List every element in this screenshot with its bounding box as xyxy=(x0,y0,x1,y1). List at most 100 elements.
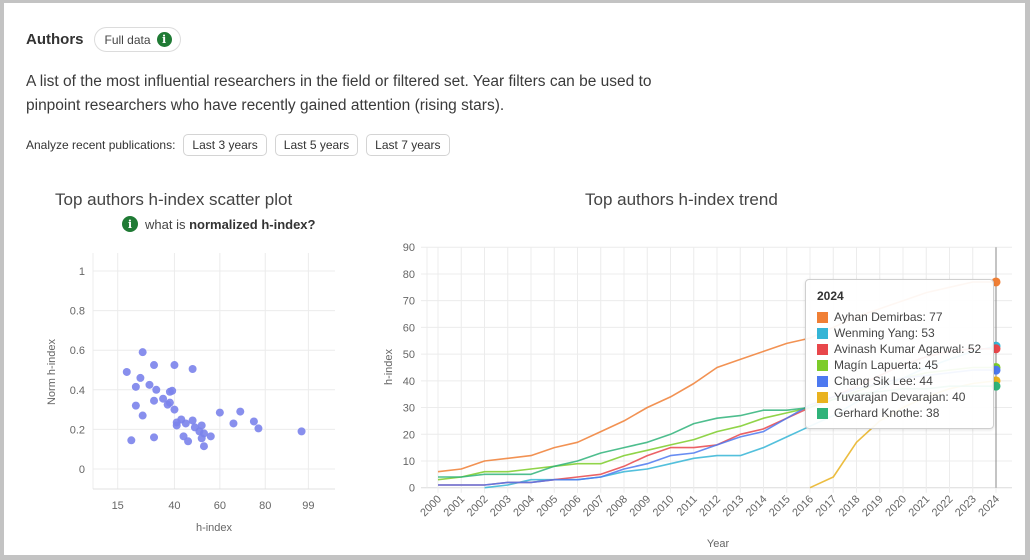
scatter-xtick-label: 99 xyxy=(302,500,314,512)
scatter-point xyxy=(145,380,154,389)
trend-xtick-label: 2024 xyxy=(976,493,1002,519)
scatter-ytick-label: 0.4 xyxy=(70,385,85,397)
trend-ytick-label: 30 xyxy=(403,403,415,415)
trend-ytick-label: 10 xyxy=(403,456,415,468)
scatter-xtick-label: 40 xyxy=(168,500,180,512)
trend-xtick-label: 2006 xyxy=(558,493,584,519)
tooltip-entry-label: Avinash Kumar Agarwal: 52 xyxy=(834,342,982,356)
trend-xtick-label: 2020 xyxy=(883,493,909,519)
trend-y-axis-label: h-index xyxy=(383,348,395,385)
tooltip-entry-label: Ayhan Demirbas: 77 xyxy=(834,310,943,324)
scatter-point xyxy=(206,432,215,441)
scatter-xtick-label: 80 xyxy=(259,500,271,512)
trend-xtick-label: 2022 xyxy=(930,493,956,519)
tooltip-entry: Ayhan Demirbas: 77 xyxy=(817,310,943,324)
trend-xtick-label: 2001 xyxy=(442,493,468,519)
scatter-point xyxy=(136,373,145,382)
trend-xtick-label: 2011 xyxy=(675,493,700,518)
tooltip-entry: Magín Lapuerta: 45 xyxy=(817,358,938,372)
scatter-point xyxy=(181,419,190,428)
trend-ytick-label: 70 xyxy=(403,296,415,308)
scatter-point xyxy=(138,411,147,420)
trend-xtick-label: 2015 xyxy=(767,493,793,519)
trend-xtick-label: 2000 xyxy=(418,493,444,519)
trend-ytick-label: 40 xyxy=(403,376,415,388)
trend-xtick-label: 2019 xyxy=(860,493,886,519)
trend-ytick-label: 90 xyxy=(403,242,415,254)
scatter-xtick-label: 60 xyxy=(214,500,226,512)
scatter-point xyxy=(127,436,136,445)
tooltip-entry: Wenming Yang: 53 xyxy=(817,326,935,340)
legend-swatch xyxy=(817,407,828,419)
tooltip-entry-label: Wenming Yang: 53 xyxy=(834,326,935,340)
trend-xtick-label: 2007 xyxy=(581,493,607,519)
scatter-ytick-label: 0.6 xyxy=(70,345,85,357)
trend-xtick-label: 2002 xyxy=(465,493,491,519)
tooltip-entry: Gerhard Knothe: 38 xyxy=(817,406,939,420)
scatter-x-axis-label: h-index xyxy=(196,522,233,534)
tooltip-entry-label: Gerhard Knothe: 38 xyxy=(834,406,940,420)
scatter-xtick-label: 15 xyxy=(112,500,124,512)
scatter-ytick-label: 0 xyxy=(79,464,85,476)
legend-swatch xyxy=(817,343,828,355)
trend-ytick-label: 60 xyxy=(403,322,415,334)
scatter-point xyxy=(197,421,206,430)
legend-swatch xyxy=(817,375,828,387)
legend-swatch xyxy=(817,359,828,371)
legend-swatch xyxy=(817,327,828,339)
scatter-point xyxy=(138,348,147,357)
tooltip-title: 2024 xyxy=(817,289,844,303)
trend-ytick-label: 0 xyxy=(409,483,415,495)
trend-xtick-label: 2004 xyxy=(511,493,537,519)
scatter-point xyxy=(131,382,140,391)
scatter-point xyxy=(229,419,238,428)
scatter-point xyxy=(170,405,179,414)
scatter-point xyxy=(131,401,140,410)
trend-xtick-label: 2009 xyxy=(628,493,654,519)
scatter-point xyxy=(236,407,245,416)
scatter-point xyxy=(152,385,161,394)
trend-tooltip: 2024 Ayhan Demirbas: 77 Wenming Yang: 53 A… xyxy=(805,279,994,429)
scatter-point xyxy=(150,361,159,370)
scatter-point xyxy=(188,416,197,425)
trend-xtick-label: 2005 xyxy=(535,493,561,519)
scatter-point xyxy=(297,427,306,436)
trend-xtick-label: 2017 xyxy=(814,493,840,519)
legend-swatch xyxy=(817,391,828,403)
legend-swatch xyxy=(817,311,828,323)
scatter-point xyxy=(254,424,263,433)
scatter-point xyxy=(188,365,197,374)
tooltip-entry-label: Yuvarajan Devarajan: 40 xyxy=(834,390,966,404)
scatter-point xyxy=(168,386,177,395)
trend-ytick-label: 50 xyxy=(403,349,415,361)
tooltip-entry: Yuvarajan Devarajan: 40 xyxy=(817,390,965,404)
trend-ytick-label: 80 xyxy=(403,269,415,281)
tooltip-entry-label: Magín Lapuerta: 45 xyxy=(834,358,939,372)
scatter-point xyxy=(170,361,179,370)
scatter-point xyxy=(215,408,224,417)
trend-chart-title: Top authors h-index trend xyxy=(585,190,778,209)
scatter-ytick-label: 0.8 xyxy=(70,306,85,318)
trend-xtick-label: 2021 xyxy=(907,493,933,519)
scatter-ytick-label: 1 xyxy=(79,266,85,278)
scatter-point xyxy=(165,398,174,407)
tooltip-entry: Chang Sik Lee: 44 xyxy=(817,374,933,388)
trend-xtick-label: 2016 xyxy=(790,493,816,519)
scatter-ytick-label: 0.2 xyxy=(70,424,85,436)
tooltip-entry: Avinash Kumar Agarwal: 52 xyxy=(817,342,981,356)
scatter-point xyxy=(122,367,131,376)
trend-xtick-label: 2023 xyxy=(953,493,979,519)
scatter-point xyxy=(249,417,258,426)
trend-x-axis-label: Year xyxy=(707,538,730,550)
tooltip-entry-label: Chang Sik Lee: 44 xyxy=(834,374,933,388)
trend-xtick-label: 2014 xyxy=(744,493,770,519)
scatter-point xyxy=(199,442,208,451)
scatter-point xyxy=(184,437,193,446)
trend-xtick-label: 2012 xyxy=(697,493,723,519)
scatter-y-axis-label: Norm h-index xyxy=(46,338,58,405)
trend-xtick-label: 2003 xyxy=(488,493,514,519)
trend-ytick-label: 20 xyxy=(403,429,415,441)
trend-xtick-label: 2010 xyxy=(651,493,677,519)
trend-xtick-label: 2013 xyxy=(721,493,747,519)
scatter-point xyxy=(150,396,159,405)
